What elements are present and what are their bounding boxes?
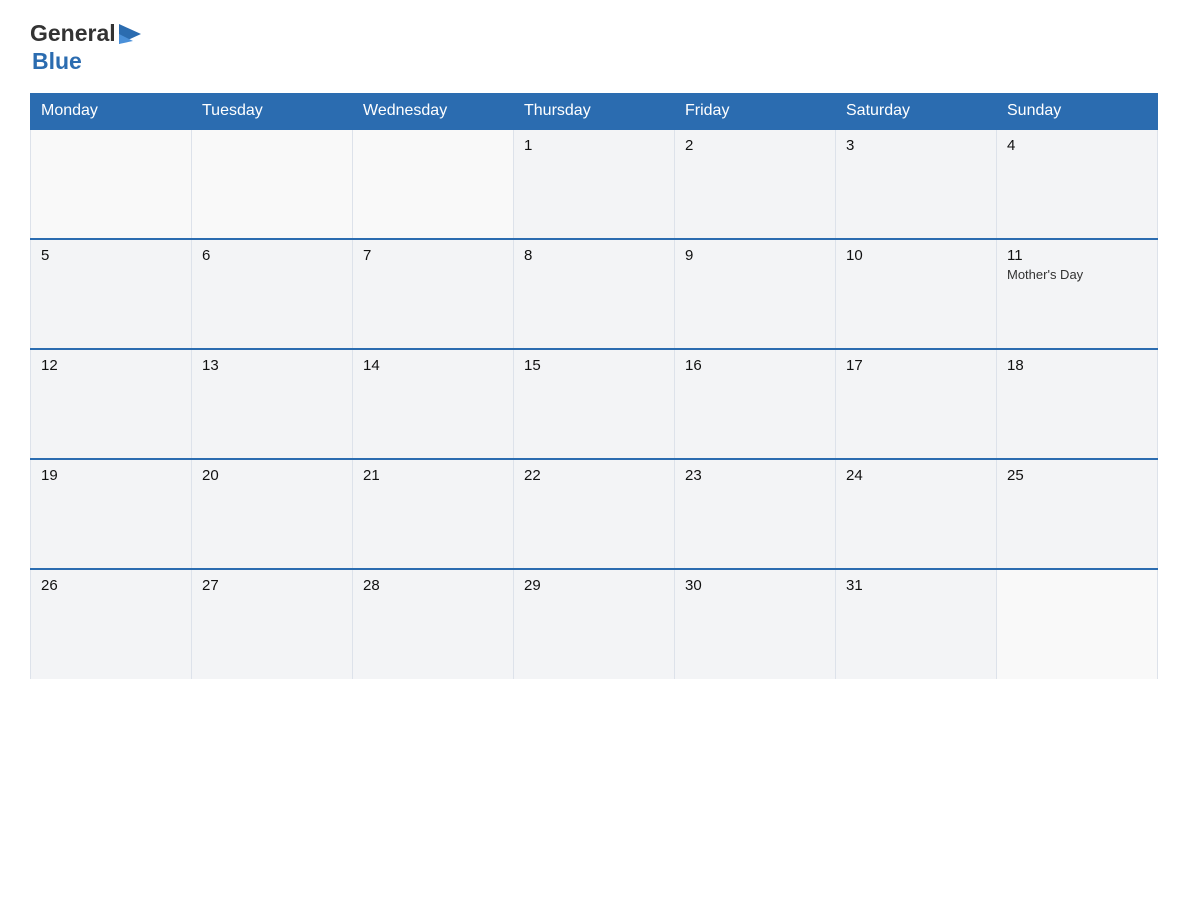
day-number: 21	[363, 467, 503, 484]
calendar-cell: 15	[514, 349, 675, 459]
day-number: 11	[1007, 247, 1147, 264]
calendar-cell: 10	[836, 239, 997, 349]
day-number: 6	[202, 247, 342, 264]
logo-blue-label: Blue	[30, 48, 141, 76]
calendar-cell: 4	[997, 129, 1158, 239]
day-number: 19	[41, 467, 181, 484]
day-number: 3	[846, 137, 986, 154]
calendar-cell: 5	[31, 239, 192, 349]
calendar-day-header-tuesday: Tuesday	[192, 94, 353, 130]
day-number: 10	[846, 247, 986, 264]
calendar-cell: 19	[31, 459, 192, 569]
calendar-cell: 21	[353, 459, 514, 569]
calendar-week-row-2: 5 6 7 8 9 10 11 Mother's Day	[31, 239, 1158, 349]
calendar-cell: 8	[514, 239, 675, 349]
day-number: 20	[202, 467, 342, 484]
calendar-week-row-4: 19 20 21 22 23 24 25	[31, 459, 1158, 569]
calendar-cell: 7	[353, 239, 514, 349]
calendar-cell	[997, 569, 1158, 679]
calendar-cell: 23	[675, 459, 836, 569]
calendar-day-header-thursday: Thursday	[514, 94, 675, 130]
day-number: 8	[524, 247, 664, 264]
calendar-day-header-sunday: Sunday	[997, 94, 1158, 130]
day-number: 27	[202, 577, 342, 594]
calendar-cell: 18	[997, 349, 1158, 459]
calendar-cell: 16	[675, 349, 836, 459]
calendar-cell: 24	[836, 459, 997, 569]
calendar-cell: 2	[675, 129, 836, 239]
day-number: 13	[202, 357, 342, 374]
calendar-cell: 13	[192, 349, 353, 459]
calendar-day-header-friday: Friday	[675, 94, 836, 130]
calendar-cell: 25	[997, 459, 1158, 569]
day-number: 7	[363, 247, 503, 264]
calendar-cell	[192, 129, 353, 239]
calendar-cell: 30	[675, 569, 836, 679]
calendar-cell: 1	[514, 129, 675, 239]
day-number: 17	[846, 357, 986, 374]
calendar-cell	[353, 129, 514, 239]
calendar-day-header-saturday: Saturday	[836, 94, 997, 130]
calendar-header-row: MondayTuesdayWednesdayThursdayFridaySatu…	[31, 94, 1158, 130]
day-number: 14	[363, 357, 503, 374]
calendar-header: MondayTuesdayWednesdayThursdayFridaySatu…	[31, 94, 1158, 130]
day-number: 5	[41, 247, 181, 264]
day-number: 25	[1007, 467, 1147, 484]
calendar-day-header-monday: Monday	[31, 94, 192, 130]
logo-flag-icon	[119, 24, 141, 44]
day-number: 24	[846, 467, 986, 484]
day-number: 15	[524, 357, 664, 374]
calendar-body: 1234567891011Mother's Day121314151617181…	[31, 129, 1158, 679]
calendar-cell: 6	[192, 239, 353, 349]
day-number: 28	[363, 577, 503, 594]
calendar-week-row-5: 26 27 28 29 30 31	[31, 569, 1158, 679]
calendar-cell: 12	[31, 349, 192, 459]
calendar-cell: 26	[31, 569, 192, 679]
calendar-cell: 31	[836, 569, 997, 679]
day-number: 29	[524, 577, 664, 594]
calendar-cell: 27	[192, 569, 353, 679]
calendar-cell: 28	[353, 569, 514, 679]
calendar-table: MondayTuesdayWednesdayThursdayFridaySatu…	[30, 93, 1158, 679]
calendar-cell: 9	[675, 239, 836, 349]
page-header: General Blue	[30, 20, 1158, 75]
day-number: 26	[41, 577, 181, 594]
calendar-cell: 22	[514, 459, 675, 569]
calendar-week-row-1: 1 2 3 4	[31, 129, 1158, 239]
day-number: 9	[685, 247, 825, 264]
calendar-cell: 11 Mother's Day	[997, 239, 1158, 349]
logo: General Blue	[30, 20, 141, 75]
day-number: 4	[1007, 137, 1147, 154]
logo: General Blue	[30, 20, 141, 75]
calendar-event: Mother's Day	[1007, 267, 1147, 282]
day-number: 18	[1007, 357, 1147, 374]
day-number: 23	[685, 467, 825, 484]
calendar-cell: 14	[353, 349, 514, 459]
day-number: 22	[524, 467, 664, 484]
logo-general-label: General	[30, 20, 116, 48]
calendar-week-row-3: 12 13 14 15 16 17 18	[31, 349, 1158, 459]
day-number: 2	[685, 137, 825, 154]
day-number: 16	[685, 357, 825, 374]
day-number: 30	[685, 577, 825, 594]
calendar-cell: 17	[836, 349, 997, 459]
calendar-cell: 20	[192, 459, 353, 569]
calendar-day-header-wednesday: Wednesday	[353, 94, 514, 130]
calendar-cell	[31, 129, 192, 239]
day-number: 31	[846, 577, 986, 594]
calendar-cell: 3	[836, 129, 997, 239]
day-number: 1	[524, 137, 664, 154]
calendar-cell: 29	[514, 569, 675, 679]
day-number: 12	[41, 357, 181, 374]
